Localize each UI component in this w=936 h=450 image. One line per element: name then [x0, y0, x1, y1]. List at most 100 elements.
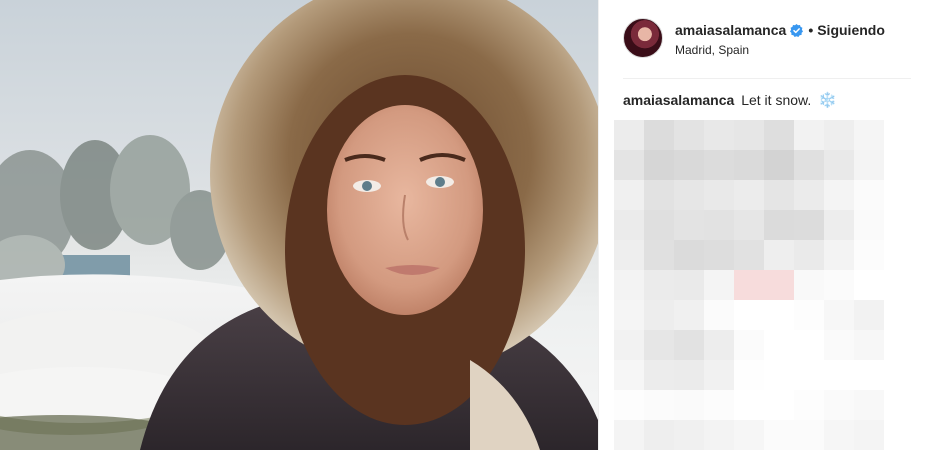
- mosaic-cell: [614, 420, 644, 450]
- following-button[interactable]: Siguiendo: [817, 22, 885, 38]
- mosaic-cell: [824, 150, 854, 180]
- mosaic-cell: [824, 390, 854, 420]
- mosaic-cell: [614, 390, 644, 420]
- mosaic-cell: [644, 180, 674, 210]
- mosaic-cell: [674, 420, 704, 450]
- post-caption: amaiasalamanca Let it snow. ❄️: [623, 91, 837, 109]
- mosaic-cell: [674, 120, 704, 150]
- mosaic-cell: [824, 360, 854, 390]
- mosaic-cell: [854, 360, 884, 390]
- mosaic-cell: [824, 270, 854, 300]
- mosaic-cell: [794, 120, 824, 150]
- caption-text: Let it snow.: [741, 92, 812, 108]
- mosaic-cell: [854, 240, 884, 270]
- instagram-post: amaiasalamanca • Siguiendo Madrid, Spain…: [0, 0, 936, 450]
- mosaic-cell: [614, 120, 644, 150]
- mosaic-cell: [674, 150, 704, 180]
- mosaic-cell: [674, 300, 704, 330]
- mosaic-cell: [764, 150, 794, 180]
- mosaic-cell: [764, 240, 794, 270]
- mosaic-cell: [824, 180, 854, 210]
- mosaic-cell: [794, 300, 824, 330]
- mosaic-cell: [854, 300, 884, 330]
- caption-username-link[interactable]: amaiasalamanca: [623, 92, 734, 108]
- avatar[interactable]: [623, 18, 663, 58]
- mosaic-cell: [764, 420, 794, 450]
- mosaic-cell: [734, 420, 764, 450]
- mosaic-cell: [734, 120, 764, 150]
- mosaic-cell: [824, 300, 854, 330]
- mosaic-cell: [614, 210, 644, 240]
- mosaic-cell: [824, 330, 854, 360]
- mosaic-cell: [704, 300, 734, 330]
- mosaic-cell: [764, 360, 794, 390]
- mosaic-cell: [824, 240, 854, 270]
- mosaic-cell: [764, 180, 794, 210]
- mosaic-cell: [794, 390, 824, 420]
- mosaic-cell: [644, 300, 674, 330]
- header-line: amaiasalamanca • Siguiendo: [675, 21, 885, 39]
- mosaic-cell: [794, 150, 824, 180]
- mosaic-cell: [764, 120, 794, 150]
- mosaic-cell: [794, 360, 824, 390]
- username-link[interactable]: amaiasalamanca: [675, 22, 786, 38]
- mosaic-cell: [704, 150, 734, 180]
- mosaic-cell: [704, 390, 734, 420]
- mosaic-cell: [704, 240, 734, 270]
- mosaic-cell: [734, 180, 764, 210]
- mosaic-cell: [794, 210, 824, 240]
- header-separator: •: [808, 22, 814, 38]
- mosaic-cell: [614, 150, 644, 180]
- mosaic-cell: [644, 210, 674, 240]
- mosaic-cell: [704, 270, 734, 300]
- mosaic-cell: [644, 390, 674, 420]
- mosaic-cell: [854, 390, 884, 420]
- mosaic-cell: [674, 330, 704, 360]
- mosaic-cell: [854, 150, 884, 180]
- mosaic-cell: [674, 210, 704, 240]
- mosaic-cell: [704, 360, 734, 390]
- mosaic-cell: [674, 360, 704, 390]
- mosaic-cell: [824, 120, 854, 150]
- mosaic-cell: [764, 300, 794, 330]
- mosaic-cell: [794, 330, 824, 360]
- verified-badge-icon: [790, 23, 804, 37]
- mosaic-cell: [794, 240, 824, 270]
- mosaic-cell: [794, 180, 824, 210]
- header-text: amaiasalamanca • Siguiendo Madrid, Spain: [675, 21, 885, 57]
- post-side-panel: amaiasalamanca • Siguiendo Madrid, Spain…: [598, 0, 936, 450]
- mosaic-cell: [644, 240, 674, 270]
- mosaic-cell: [734, 330, 764, 360]
- mosaic-cell: [614, 240, 644, 270]
- mosaic-cell: [764, 210, 794, 240]
- mosaic-cell: [674, 270, 704, 300]
- mosaic-cell: [644, 270, 674, 300]
- selfie-snow-image: [0, 0, 598, 450]
- mosaic-cell: [644, 330, 674, 360]
- mosaic-cell: [704, 420, 734, 450]
- mosaic-cell: [854, 270, 884, 300]
- mosaic-cell: [614, 330, 644, 360]
- mosaic-cell: [854, 330, 884, 360]
- mosaic-cell: [734, 360, 764, 390]
- mosaic-cell: [794, 420, 824, 450]
- mosaic-cell: [674, 390, 704, 420]
- mosaic-cell: [764, 390, 794, 420]
- pixelation-mosaic: [614, 120, 884, 450]
- mosaic-cell: [854, 420, 884, 450]
- mosaic-cell: [674, 180, 704, 210]
- mosaic-cell: [734, 210, 764, 240]
- mosaic-cell: [704, 210, 734, 240]
- mosaic-cell: [854, 180, 884, 210]
- location-link[interactable]: Madrid, Spain: [675, 43, 885, 57]
- mosaic-cell: [644, 120, 674, 150]
- mosaic-cell: [674, 240, 704, 270]
- mosaic-cell: [644, 420, 674, 450]
- mosaic-cell: [614, 360, 644, 390]
- mosaic-cell: [824, 210, 854, 240]
- snowflake-icon: ❄️: [818, 92, 837, 109]
- post-photo[interactable]: [0, 0, 598, 450]
- mosaic-cell: [734, 270, 764, 300]
- mosaic-cell: [854, 120, 884, 150]
- mosaic-cell: [854, 210, 884, 240]
